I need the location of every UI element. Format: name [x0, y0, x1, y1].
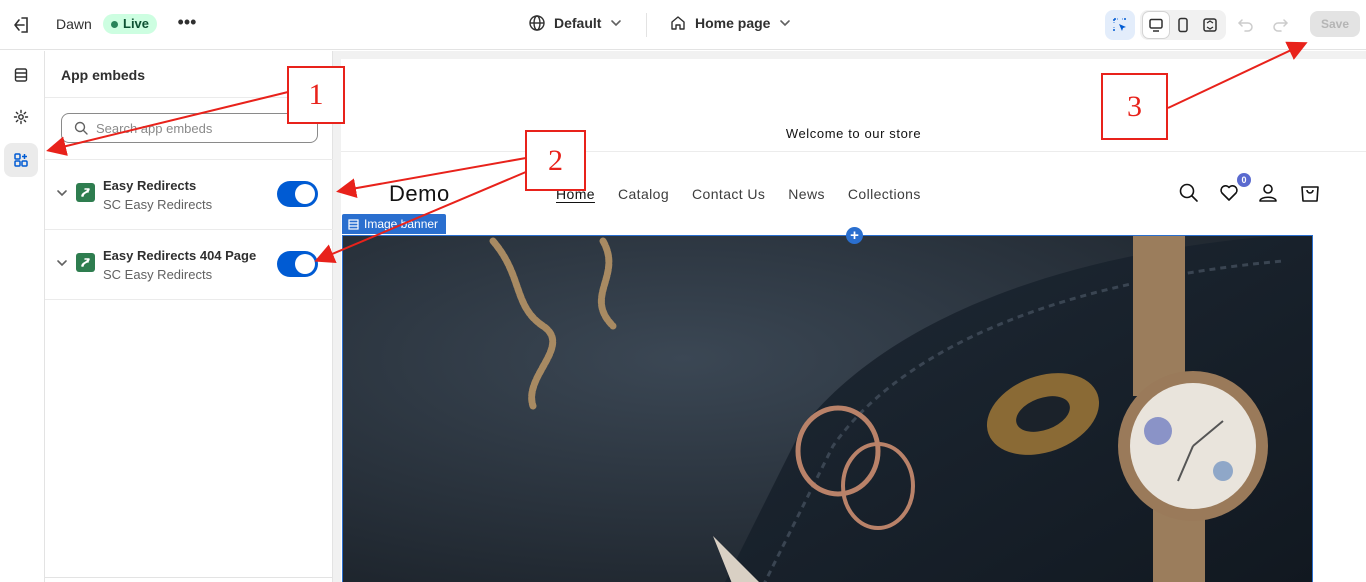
mobile-icon	[1178, 17, 1188, 33]
desktop-icon	[1149, 18, 1164, 32]
nav-link-contact[interactable]: Contact Us	[692, 186, 765, 202]
panel-footer-divider	[45, 577, 333, 578]
app-embed-provider: SC Easy Redirects	[103, 267, 213, 282]
save-button[interactable]: Save	[1310, 11, 1360, 37]
annotation-number-1: 1	[287, 66, 345, 124]
store-logo[interactable]: Demo	[389, 181, 450, 207]
panel-scroll-gutter	[333, 51, 341, 582]
exit-icon[interactable]	[10, 14, 32, 36]
live-status-badge: Live	[103, 14, 158, 34]
heart-icon[interactable]	[1217, 181, 1241, 205]
banner-photo	[343, 236, 1312, 582]
app-embed-item: Easy Redirects 404 Page SC Easy Redirect…	[45, 230, 333, 300]
app-embed-item: Easy Redirects SC Easy Redirects	[45, 160, 333, 230]
page-selector[interactable]: Home page	[669, 14, 792, 32]
search-field[interactable]	[61, 113, 318, 143]
mobile-view-button[interactable]	[1170, 12, 1196, 38]
app-embed-name: Easy Redirects 404 Page	[103, 248, 257, 263]
topbar-divider	[646, 13, 647, 37]
app-embeds-panel: App embeds Easy Redirects SC Easy Redire…	[45, 51, 333, 582]
storefront: Welcome to our store Demo Home Catalog C…	[341, 59, 1366, 582]
panel-title: App embeds	[61, 67, 146, 83]
more-actions-button[interactable]: •••	[176, 12, 198, 34]
template-selector-label: Default	[554, 15, 602, 31]
editor-topbar: Dawn Live ••• Default Home page Save	[0, 0, 1366, 50]
store-header: Demo Home Catalog Contact Us News Collec…	[341, 153, 1366, 233]
nav-link-news[interactable]: News	[788, 186, 825, 202]
app-logo-icon	[76, 183, 95, 202]
toggle-knob	[295, 184, 315, 204]
apps-icon	[14, 153, 28, 167]
preview-gutter	[1314, 235, 1366, 582]
app-embed-toggle[interactable]	[277, 181, 318, 207]
app-embed-toggle[interactable]	[277, 251, 318, 277]
cursor-select-icon	[1113, 18, 1126, 31]
theme-settings-nav-button[interactable]	[4, 100, 38, 134]
redo-icon[interactable]	[1270, 14, 1290, 34]
fullscreen-icon	[1202, 18, 1217, 32]
desktop-view-button[interactable]	[1143, 12, 1170, 38]
cart-icon[interactable]	[1298, 181, 1322, 205]
app-logo-icon	[76, 253, 95, 272]
add-section-button[interactable]: +	[846, 227, 863, 244]
wishlist-count-badge: 0	[1237, 173, 1251, 187]
live-dot-icon	[111, 20, 118, 28]
image-banner[interactable]	[342, 235, 1313, 582]
nav-link-collections[interactable]: Collections	[848, 186, 921, 202]
toggle-knob	[295, 254, 315, 274]
search-icon	[74, 121, 88, 135]
live-status-label: Live	[123, 16, 150, 31]
home-icon	[671, 16, 685, 30]
chevron-down-icon[interactable]	[55, 186, 69, 200]
chevron-down-icon	[611, 20, 622, 27]
search-input[interactable]	[96, 120, 296, 136]
nav-link-catalog[interactable]: Catalog	[618, 186, 669, 202]
theme-name: Dawn	[56, 16, 92, 32]
page-selector-label: Home page	[695, 15, 771, 31]
inspector-toggle-button[interactable]	[1105, 10, 1135, 40]
globe-icon	[529, 15, 545, 31]
device-preview-group	[1140, 10, 1226, 40]
store-preview: Welcome to our store Demo Home Catalog C…	[341, 51, 1366, 582]
app-embed-name: Easy Redirects	[103, 178, 197, 193]
fullscreen-view-button[interactable]	[1197, 12, 1223, 38]
undo-icon[interactable]	[1236, 14, 1256, 34]
sections-icon	[14, 68, 28, 82]
panel-divider	[45, 299, 333, 300]
sections-nav-button[interactable]	[4, 58, 38, 92]
search-icon[interactable]	[1177, 181, 1201, 205]
main-nav: Home Catalog Contact Us News Collections	[556, 186, 921, 202]
header-icons	[1177, 181, 1327, 207]
app-embed-provider: SC Easy Redirects	[103, 197, 213, 212]
annotation-number-2: 2	[525, 130, 586, 191]
section-label-text: Image banner	[364, 217, 439, 231]
section-label-tag[interactable]: Image banner	[342, 214, 447, 234]
announcement-bar: Welcome to our store	[341, 59, 1366, 152]
chevron-down-icon[interactable]	[55, 256, 69, 270]
account-icon[interactable]	[1256, 181, 1280, 205]
editor-sidebar-rail	[0, 51, 45, 582]
app-embeds-nav-button[interactable]	[4, 143, 38, 177]
section-icon	[348, 218, 359, 230]
annotation-number-3: 3	[1101, 73, 1168, 140]
announcement-text: Welcome to our store	[785, 126, 922, 141]
chevron-down-icon	[780, 20, 791, 27]
gear-icon	[13, 109, 29, 125]
template-selector[interactable]: Default	[528, 14, 623, 32]
